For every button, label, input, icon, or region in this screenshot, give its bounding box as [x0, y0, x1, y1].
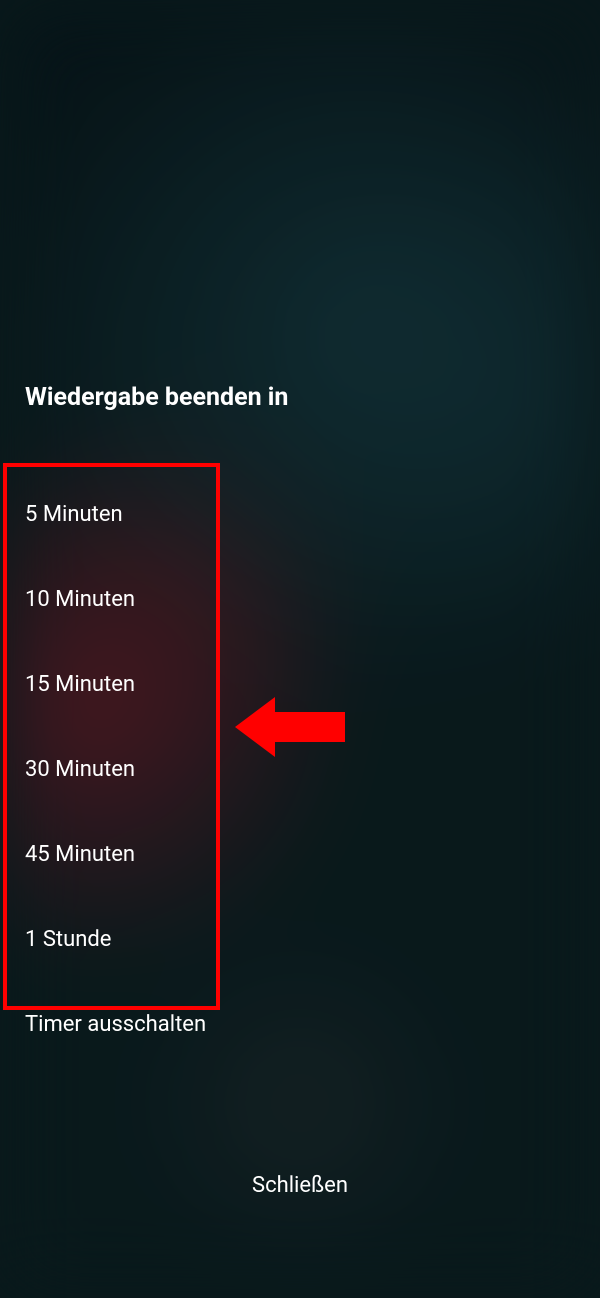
timer-option-off[interactable]: Timer ausschalten	[25, 982, 575, 1067]
timer-option-label: Timer ausschalten	[25, 1012, 206, 1037]
sleep-timer-sheet: Wiedergabe beenden in 5 Minuten 10 Minut…	[0, 0, 600, 1298]
timer-option-10min[interactable]: 10 Minuten	[25, 557, 575, 642]
timer-option-label: 5 Minuten	[25, 502, 123, 527]
timer-options-list: 5 Minuten 10 Minuten 15 Minuten 30 Minut…	[25, 472, 575, 1067]
timer-option-label: 15 Minuten	[25, 672, 135, 697]
timer-option-label: 30 Minuten	[25, 757, 135, 782]
close-button[interactable]: Schließen	[0, 1173, 600, 1198]
timer-option-30min[interactable]: 30 Minuten	[25, 727, 575, 812]
sheet-title: Wiedergabe beenden in	[25, 383, 575, 412]
timer-option-1hour[interactable]: 1 Stunde	[25, 897, 575, 982]
close-button-label: Schließen	[252, 1173, 348, 1198]
timer-option-15min[interactable]: 15 Minuten	[25, 642, 575, 727]
timer-option-45min[interactable]: 45 Minuten	[25, 812, 575, 897]
timer-option-label: 10 Minuten	[25, 587, 135, 612]
timer-option-label: 1 Stunde	[25, 927, 111, 952]
timer-option-5min[interactable]: 5 Minuten	[25, 472, 575, 557]
timer-option-label: 45 Minuten	[25, 842, 135, 867]
